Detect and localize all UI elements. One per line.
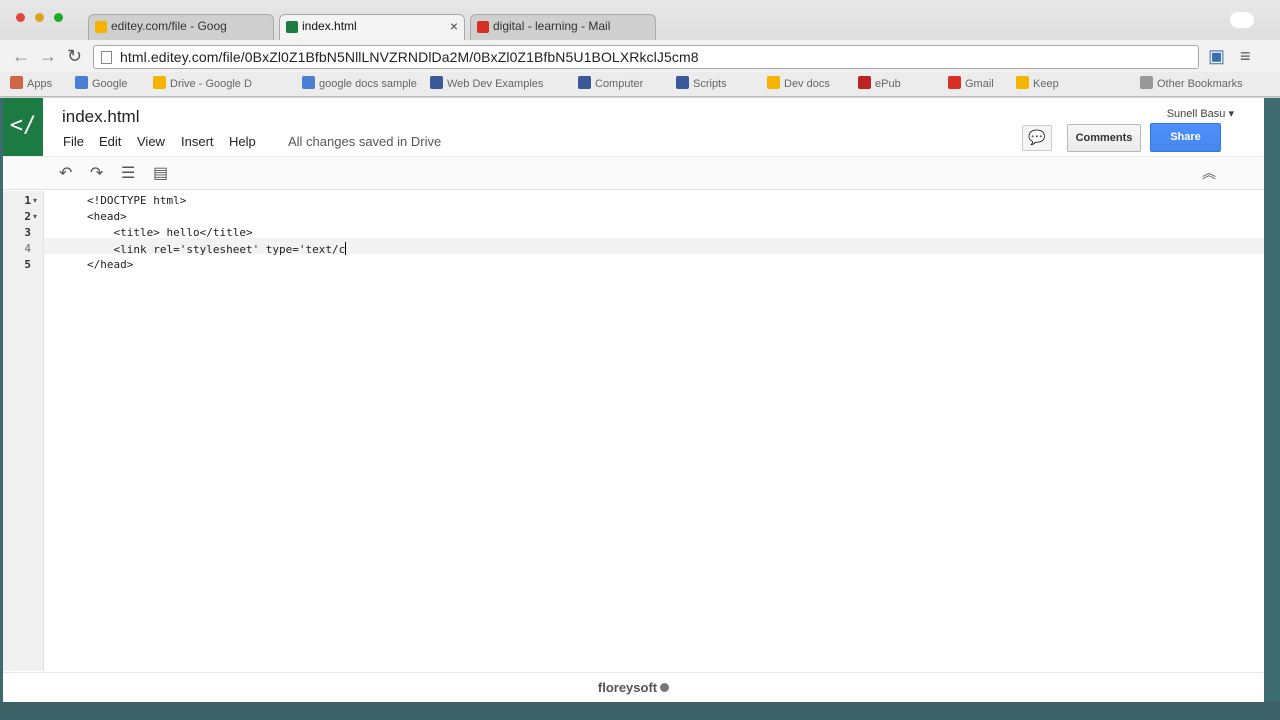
document-title[interactable]: index.html xyxy=(62,107,139,127)
menu-help[interactable]: Help xyxy=(229,134,256,149)
line-number: 4 xyxy=(24,242,31,255)
drive-favicon-icon xyxy=(95,21,107,33)
browser-tab-index[interactable]: index.html × xyxy=(279,14,465,40)
tab-label: index.html xyxy=(302,19,357,33)
bookmark-item[interactable]: Apps xyxy=(10,76,52,90)
menu-view[interactable]: View xyxy=(137,134,165,149)
back-icon[interactable]: ← xyxy=(12,46,30,67)
redo-icon[interactable]: ↷ xyxy=(90,163,103,183)
bookmark-item[interactable]: google docs sample xyxy=(302,76,417,90)
code-line: <head> xyxy=(87,210,127,223)
undo-icon[interactable]: ↶ xyxy=(59,163,72,183)
url-text: html.editey.com/file/0BxZl0Z1BfbN5NllLNV… xyxy=(120,49,699,65)
bookmark-item[interactable]: Drive - Google D xyxy=(153,76,252,90)
browser-tab-drive[interactable]: editey.com/file - Goog xyxy=(88,14,274,40)
bookmark-item[interactable]: ePub xyxy=(858,76,901,90)
bookmarks-bar: Apps Google Drive - Google D google docs… xyxy=(0,72,1280,97)
bookmark-item[interactable]: Dev docs xyxy=(767,76,830,90)
bookmark-item[interactable]: Google xyxy=(75,76,127,90)
editor-toolbar: ↶ ↷ ☰ ▤ ︽ xyxy=(3,156,1264,190)
bookmark-item[interactable]: Keep xyxy=(1016,76,1059,90)
menu-edit[interactable]: Edit xyxy=(99,134,121,149)
browser-tab-mail[interactable]: digital - learning - Mail xyxy=(470,14,656,40)
text-cursor xyxy=(345,242,347,255)
tab-label: editey.com/file - Goog xyxy=(111,19,227,33)
tab-label: digital - learning - Mail xyxy=(493,19,611,33)
weather-icon xyxy=(1230,12,1254,28)
comment-icon[interactable]: ▤ xyxy=(153,163,168,183)
address-bar[interactable]: html.editey.com/file/0BxZl0Z1BfbN5NllLNV… xyxy=(93,45,1199,69)
floreysoft-brand[interactable]: floreysoft xyxy=(598,680,657,695)
menu-file[interactable]: File xyxy=(63,134,84,149)
line-number: 1 xyxy=(24,194,31,207)
chat-icon[interactable]: 💬 xyxy=(1022,125,1052,151)
extension-icon[interactable]: ▣ xyxy=(1208,46,1225,67)
code-line: </head> xyxy=(87,258,134,271)
minimize-window-button[interactable] xyxy=(35,13,44,22)
close-window-button[interactable] xyxy=(16,13,25,22)
bookmark-item[interactable]: Other Bookmarks xyxy=(1140,76,1243,90)
desktop-background xyxy=(0,702,1280,720)
share-button[interactable]: Share xyxy=(1150,123,1221,152)
bookmark-item[interactable]: Scripts xyxy=(676,76,727,90)
menu-icon[interactable]: ≡ xyxy=(1240,46,1251,67)
user-menu[interactable]: Sunell Basu ▾ xyxy=(1167,107,1234,120)
editey-app: </ index.html File Edit View Insert Help… xyxy=(3,98,1264,703)
footer: floreysoft xyxy=(3,672,1264,703)
code-line: <!DOCTYPE html> xyxy=(87,194,187,207)
fold-arrow-icon[interactable]: ▾ xyxy=(33,212,37,221)
fold-arrow-icon[interactable]: ▾ xyxy=(33,196,37,205)
line-number: 3 xyxy=(24,226,31,239)
page-icon xyxy=(101,51,112,64)
browser-chrome: editey.com/file - Goog index.html × digi… xyxy=(0,0,1280,98)
comments-button[interactable]: Comments xyxy=(1067,124,1141,152)
line-number: 5 xyxy=(24,258,31,271)
editey-logo-icon[interactable]: </ xyxy=(3,98,43,156)
save-status: All changes saved in Drive xyxy=(288,134,442,149)
bookmark-item[interactable]: Computer xyxy=(578,76,643,90)
format-icon[interactable]: ☰ xyxy=(121,163,135,183)
bookmark-item[interactable]: Gmail xyxy=(948,76,994,90)
collapse-toolbar-icon[interactable]: ︽ xyxy=(1202,163,1216,183)
code-line: <title> hello</title> xyxy=(87,226,253,239)
close-tab-icon[interactable]: × xyxy=(450,18,458,34)
code-area[interactable]: <!DOCTYPE html> <head> <title> hello</ti… xyxy=(43,191,1264,671)
editey-favicon-icon xyxy=(286,21,298,33)
bookmark-item[interactable]: Web Dev Examples xyxy=(430,76,543,90)
line-number-gutter: 1 ▾ 2 ▾ 3 4 5 xyxy=(3,191,44,671)
maximize-window-button[interactable] xyxy=(54,13,63,22)
line-number: 2 xyxy=(24,210,31,223)
floreysoft-logo-icon xyxy=(660,683,670,692)
menu-insert[interactable]: Insert xyxy=(181,134,214,149)
forward-icon[interactable]: → xyxy=(39,46,57,67)
gmail-favicon-icon xyxy=(477,21,489,33)
reload-icon[interactable]: ↻ xyxy=(67,46,82,67)
code-line-active: <link rel='stylesheet' type='text/c xyxy=(87,242,347,256)
